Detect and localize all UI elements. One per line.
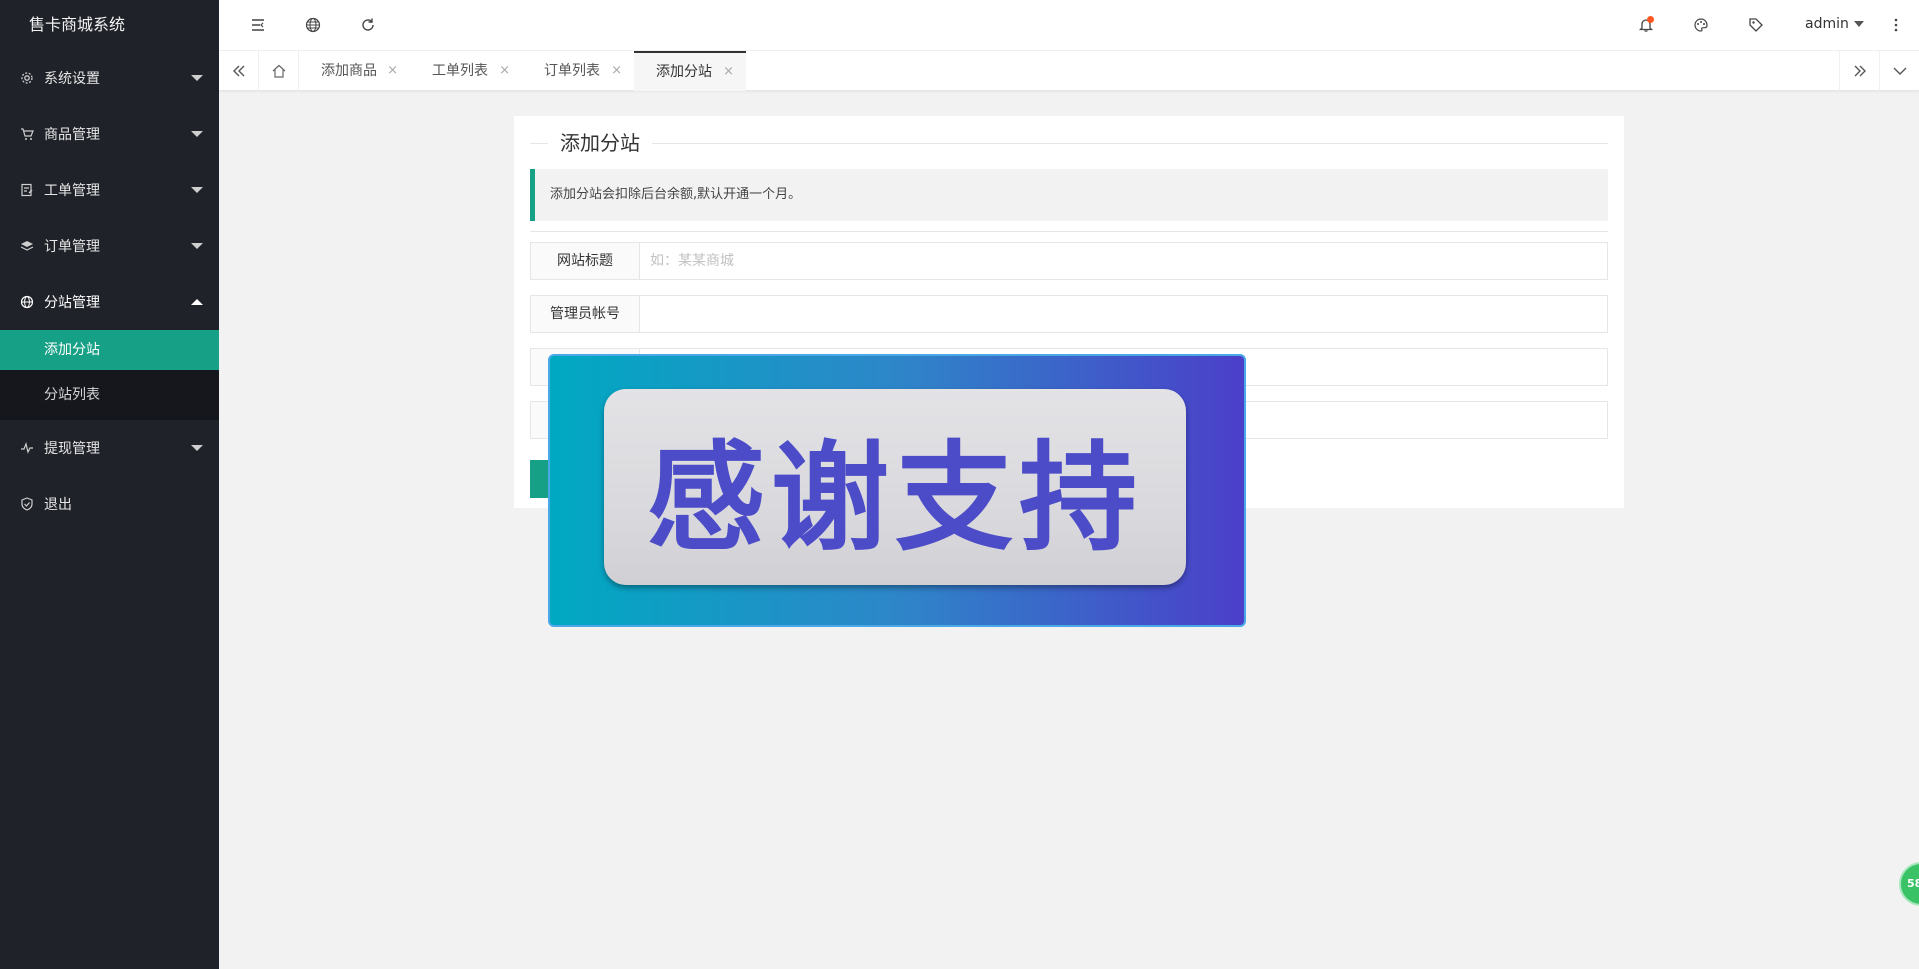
bell-icon[interactable] bbox=[1635, 14, 1657, 36]
thanks-banner-text: 感谢支持 bbox=[646, 428, 1143, 567]
close-icon[interactable]: × bbox=[723, 53, 734, 91]
thanks-banner-plate: 感谢支持 bbox=[604, 389, 1186, 585]
admin-account-label: 管理员帐号 bbox=[530, 295, 640, 333]
close-icon[interactable]: × bbox=[611, 51, 622, 91]
refresh-icon[interactable] bbox=[357, 14, 379, 36]
admin-account-input[interactable] bbox=[639, 295, 1608, 333]
tab-add-product[interactable]: 添加商品 × bbox=[299, 51, 410, 91]
menu-fold-icon[interactable] bbox=[247, 14, 269, 36]
gear-icon bbox=[20, 71, 34, 85]
layers-icon bbox=[20, 239, 34, 253]
sidebar-item-label: 分站管理 bbox=[44, 295, 100, 311]
thanks-banner-image: 感谢支持 bbox=[548, 354, 1246, 627]
fieldset-line bbox=[530, 143, 1608, 144]
tab-add-substation[interactable]: 添加分站 × bbox=[634, 51, 746, 91]
site-title-label: 网站标题 bbox=[530, 242, 640, 280]
chevron-down-icon bbox=[191, 243, 203, 249]
shield-icon bbox=[20, 497, 34, 511]
tabs-scroll-left-icon[interactable] bbox=[219, 51, 259, 91]
close-icon[interactable]: × bbox=[499, 51, 510, 91]
chevron-down-icon bbox=[191, 187, 203, 193]
palette-icon[interactable] bbox=[1690, 14, 1712, 36]
tabs-scroll-right-icon[interactable] bbox=[1839, 51, 1879, 91]
sidebar-item-products[interactable]: 商品管理 bbox=[0, 106, 219, 162]
chevron-down-icon bbox=[191, 75, 203, 81]
substation-submenu: 添加分站 分站列表 bbox=[0, 330, 219, 420]
sidebar-item-system-settings[interactable]: 系统设置 bbox=[0, 50, 219, 106]
tab-bar: 添加商品 × 工单列表 × 订单列表 × 添加分站 × bbox=[219, 51, 1919, 91]
chevron-up-icon bbox=[191, 299, 203, 305]
close-icon[interactable]: × bbox=[387, 51, 398, 91]
site-title-input[interactable] bbox=[639, 242, 1608, 280]
tab-label: 订单列表 bbox=[544, 63, 600, 79]
home-tab-icon[interactable] bbox=[259, 51, 299, 91]
tab-order-list[interactable]: 订单列表 × bbox=[522, 51, 634, 91]
form-fieldset-title: 添加分站 bbox=[530, 130, 1608, 156]
divider bbox=[530, 231, 1608, 232]
tabs-menu-chevron-down-icon[interactable] bbox=[1879, 51, 1919, 91]
sidebar-item-orders[interactable]: 订单管理 bbox=[0, 218, 219, 274]
tab-label: 添加分站 bbox=[656, 64, 712, 80]
notice-quote: 添加分站会扣除后台余额,默认开通一个月。 bbox=[530, 169, 1608, 221]
sidebar: 售卡商城系统 系统设置 商品管理 工单管理 订单管理 分站管理 添加分站 分站列… bbox=[0, 0, 219, 969]
globe-icon bbox=[20, 295, 34, 309]
sidebar-item-tickets[interactable]: 工单管理 bbox=[0, 162, 219, 218]
form-row-site-title: 网站标题 bbox=[530, 242, 1608, 280]
sidebar-item-label: 订单管理 bbox=[44, 239, 100, 255]
sidebar-item-label: 系统设置 bbox=[44, 71, 100, 87]
sidebar-item-label: 商品管理 bbox=[44, 127, 100, 143]
user-menu[interactable]: admin bbox=[1805, 16, 1864, 32]
sidebar-item-label: 工单管理 bbox=[44, 183, 100, 199]
sidebar-item-label: 提现管理 bbox=[44, 441, 100, 457]
sidebar-item-label: 退出 bbox=[44, 497, 72, 513]
ticket-icon bbox=[20, 183, 34, 197]
sidebar-item-substations[interactable]: 分站管理 bbox=[0, 274, 219, 330]
username: admin bbox=[1805, 16, 1849, 32]
tag-icon[interactable] bbox=[1745, 14, 1767, 36]
top-header: admin bbox=[219, 0, 1919, 51]
chevron-down-icon bbox=[191, 445, 203, 451]
more-vertical-icon[interactable] bbox=[1885, 14, 1907, 36]
sidebar-item-withdrawals[interactable]: 提现管理 bbox=[0, 420, 219, 476]
tab-ticket-list[interactable]: 工单列表 × bbox=[410, 51, 522, 91]
form-row-admin-account: 管理员帐号 bbox=[530, 295, 1608, 333]
chevron-down-icon bbox=[191, 131, 203, 137]
sidebar-subitem-add-substation[interactable]: 添加分站 bbox=[0, 330, 219, 370]
pulse-icon bbox=[20, 441, 34, 455]
sidebar-subitem-substation-list[interactable]: 分站列表 bbox=[0, 370, 219, 420]
floating-speed-ball[interactable]: 58 bbox=[1899, 862, 1919, 906]
page-title: 添加分站 bbox=[548, 130, 652, 156]
globe-icon[interactable] bbox=[302, 14, 324, 36]
tab-label: 工单列表 bbox=[432, 63, 488, 79]
notification-dot bbox=[1647, 16, 1654, 23]
sidebar-item-logout[interactable]: 退出 bbox=[0, 476, 219, 532]
app-logo-title: 售卡商城系统 bbox=[29, 15, 126, 34]
tab-label: 添加商品 bbox=[321, 63, 377, 79]
caret-down-icon bbox=[1853, 21, 1864, 27]
cart-icon bbox=[20, 127, 34, 141]
